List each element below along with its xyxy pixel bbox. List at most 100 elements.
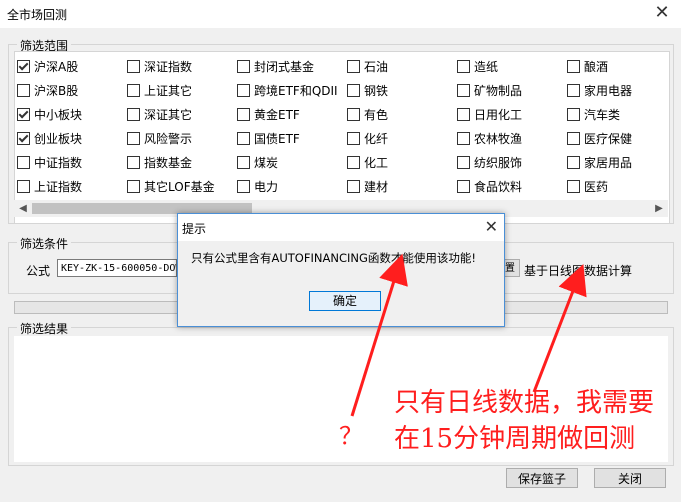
scope-checkbox[interactable]: 风险警示: [127, 128, 192, 148]
scope-checkbox[interactable]: 上证指数: [17, 176, 82, 196]
scope-checkbox[interactable]: 其它LOF基金: [127, 176, 215, 196]
dialog-close-icon[interactable]: ✕: [485, 216, 498, 238]
checkbox-checked-icon[interactable]: [17, 131, 30, 145]
close-button[interactable]: 关闭: [594, 468, 666, 488]
scope-checkbox[interactable]: 煤炭: [237, 152, 278, 172]
checkbox-unchecked-icon[interactable]: [127, 107, 140, 121]
scope-checkbox[interactable]: 医药: [567, 176, 608, 196]
scope-checkbox-label: 中证指数: [34, 155, 83, 170]
scope-checkbox[interactable]: 日用化工: [457, 104, 522, 124]
checkbox-unchecked-icon[interactable]: [127, 131, 140, 145]
formula-input[interactable]: KEY-ZK-15-600050-DOW: [57, 259, 177, 277]
scope-checkbox-label: 农林牧渔: [474, 131, 523, 146]
scope-checkbox[interactable]: 造纸: [457, 56, 498, 76]
checkbox-unchecked-icon[interactable]: [567, 179, 580, 193]
scope-checkbox-label: 酿酒: [584, 59, 609, 74]
checkbox-unchecked-icon[interactable]: [17, 155, 30, 169]
scope-checkbox[interactable]: 电力: [237, 176, 278, 196]
scope-checkbox[interactable]: 黄金ETF: [237, 104, 300, 124]
checkbox-checked-icon[interactable]: [17, 107, 30, 121]
checkbox-unchecked-icon[interactable]: [567, 131, 580, 145]
checkbox-unchecked-icon[interactable]: [127, 155, 140, 169]
save-basket-button[interactable]: 保存篮子: [506, 468, 578, 488]
checkbox-unchecked-icon[interactable]: [347, 179, 360, 193]
scope-checkbox[interactable]: 食品饮料: [457, 176, 522, 196]
checkbox-unchecked-icon[interactable]: [347, 83, 360, 97]
scope-checkbox[interactable]: 农林牧渔: [457, 128, 522, 148]
checkbox-unchecked-icon[interactable]: [457, 107, 470, 121]
scope-checkbox[interactable]: 沪深B股: [17, 80, 78, 100]
scope-checkbox[interactable]: 指数基金: [127, 152, 192, 172]
checkbox-unchecked-icon[interactable]: [457, 59, 470, 73]
checkbox-unchecked-icon[interactable]: [457, 155, 470, 169]
scope-checkbox-label: 深证其它: [144, 107, 193, 122]
checkbox-unchecked-icon[interactable]: [567, 107, 580, 121]
window-titlebar: 全市场回测 ✕: [0, 0, 681, 28]
scope-checkbox-label: 化工: [364, 155, 389, 170]
checkbox-unchecked-icon[interactable]: [237, 131, 250, 145]
checkbox-unchecked-icon[interactable]: [17, 179, 30, 193]
scope-checkbox-label: 有色: [364, 107, 389, 122]
checkbox-unchecked-icon[interactable]: [127, 179, 140, 193]
scope-checkbox[interactable]: 创业板块: [17, 128, 82, 148]
scope-checkbox-label: 汽车类: [584, 107, 621, 122]
checkbox-unchecked-icon[interactable]: [567, 83, 580, 97]
checkbox-unchecked-icon[interactable]: [127, 83, 140, 97]
scope-checkbox[interactable]: 化纤: [347, 128, 388, 148]
formula-label: 公式: [26, 264, 51, 278]
scope-checkbox[interactable]: 医疗保健: [567, 128, 632, 148]
scope-checkbox-label: 国债ETF: [254, 131, 300, 146]
scope-checkbox[interactable]: 钢铁: [347, 80, 388, 100]
checkbox-unchecked-icon[interactable]: [457, 83, 470, 97]
scope-checkbox[interactable]: 有色: [347, 104, 388, 124]
scope-checkbox-label: 医药: [584, 179, 609, 194]
checkbox-unchecked-icon[interactable]: [347, 107, 360, 121]
checkbox-unchecked-icon[interactable]: [237, 83, 250, 97]
checkbox-unchecked-icon[interactable]: [237, 59, 250, 73]
scope-checkbox[interactable]: 矿物制品: [457, 80, 522, 100]
annotation-text-line2: 在15分钟周期做回测: [394, 424, 636, 454]
checkbox-unchecked-icon[interactable]: [237, 155, 250, 169]
scope-checkbox-label: 造纸: [474, 59, 499, 74]
checkbox-unchecked-icon[interactable]: [347, 155, 360, 169]
scope-checkbox[interactable]: 家用电器: [567, 80, 632, 100]
scope-checkbox[interactable]: 封闭式基金: [237, 56, 314, 76]
scope-checkbox[interactable]: 纺织服饰: [457, 152, 522, 172]
window-close-icon[interactable]: ✕: [651, 2, 673, 24]
scope-checkbox[interactable]: 深证其它: [127, 104, 192, 124]
checkbox-unchecked-icon[interactable]: [567, 59, 580, 73]
scope-checkbox[interactable]: 中小板块: [17, 104, 82, 124]
checkbox-unchecked-icon[interactable]: [457, 179, 470, 193]
dialog-titlebar: 提示 ✕: [178, 214, 504, 241]
scope-checkbox[interactable]: 汽车类: [567, 104, 620, 124]
scope-checkbox-label: 钢铁: [364, 83, 389, 98]
scope-checkbox[interactable]: 深证指数: [127, 56, 192, 76]
scope-checkbox[interactable]: 石油: [347, 56, 388, 76]
scroll-left-icon[interactable]: ◀: [16, 201, 30, 216]
checkbox-unchecked-icon[interactable]: [567, 155, 580, 169]
checkbox-unchecked-icon[interactable]: [347, 131, 360, 145]
checkbox-unchecked-icon[interactable]: [237, 107, 250, 121]
scope-checkbox[interactable]: 国债ETF: [237, 128, 300, 148]
scope-checkbox[interactable]: 沪深A股: [17, 56, 78, 76]
checkbox-unchecked-icon[interactable]: [347, 59, 360, 73]
checkbox-unchecked-icon[interactable]: [17, 83, 30, 97]
scope-checkbox[interactable]: 跨境ETF和QDII: [237, 80, 338, 100]
scope-checkbox-label: 化纤: [364, 131, 389, 146]
scope-checkbox-label: 石油: [364, 59, 389, 74]
scope-checkbox-label: 家用电器: [584, 83, 633, 98]
scope-checkbox[interactable]: 建材: [347, 176, 388, 196]
dialog-ok-button[interactable]: 确定: [309, 291, 381, 311]
scope-checkbox[interactable]: 中证指数: [17, 152, 82, 172]
scope-checkbox[interactable]: 家居用品: [567, 152, 632, 172]
alert-dialog: 提示 ✕ 只有公式里含有AUTOFINANCING函数才能使用该功能! 确定: [177, 213, 505, 327]
scope-checkbox[interactable]: 酿酒: [567, 56, 608, 76]
scope-checkbox[interactable]: 化工: [347, 152, 388, 172]
scroll-right-icon[interactable]: ▶: [652, 201, 666, 216]
checkbox-unchecked-icon[interactable]: [127, 59, 140, 73]
checkbox-unchecked-icon[interactable]: [237, 179, 250, 193]
scope-checkbox-list: 沪深A股 深证指数 封闭式基金 石油 造纸 酿酒沪深B股 上证其它 跨境ETF和QDII 钢铁 矿…: [14, 51, 670, 224]
checkbox-unchecked-icon[interactable]: [457, 131, 470, 145]
checkbox-checked-icon[interactable]: [17, 59, 30, 73]
scope-checkbox[interactable]: 上证其它: [127, 80, 192, 100]
